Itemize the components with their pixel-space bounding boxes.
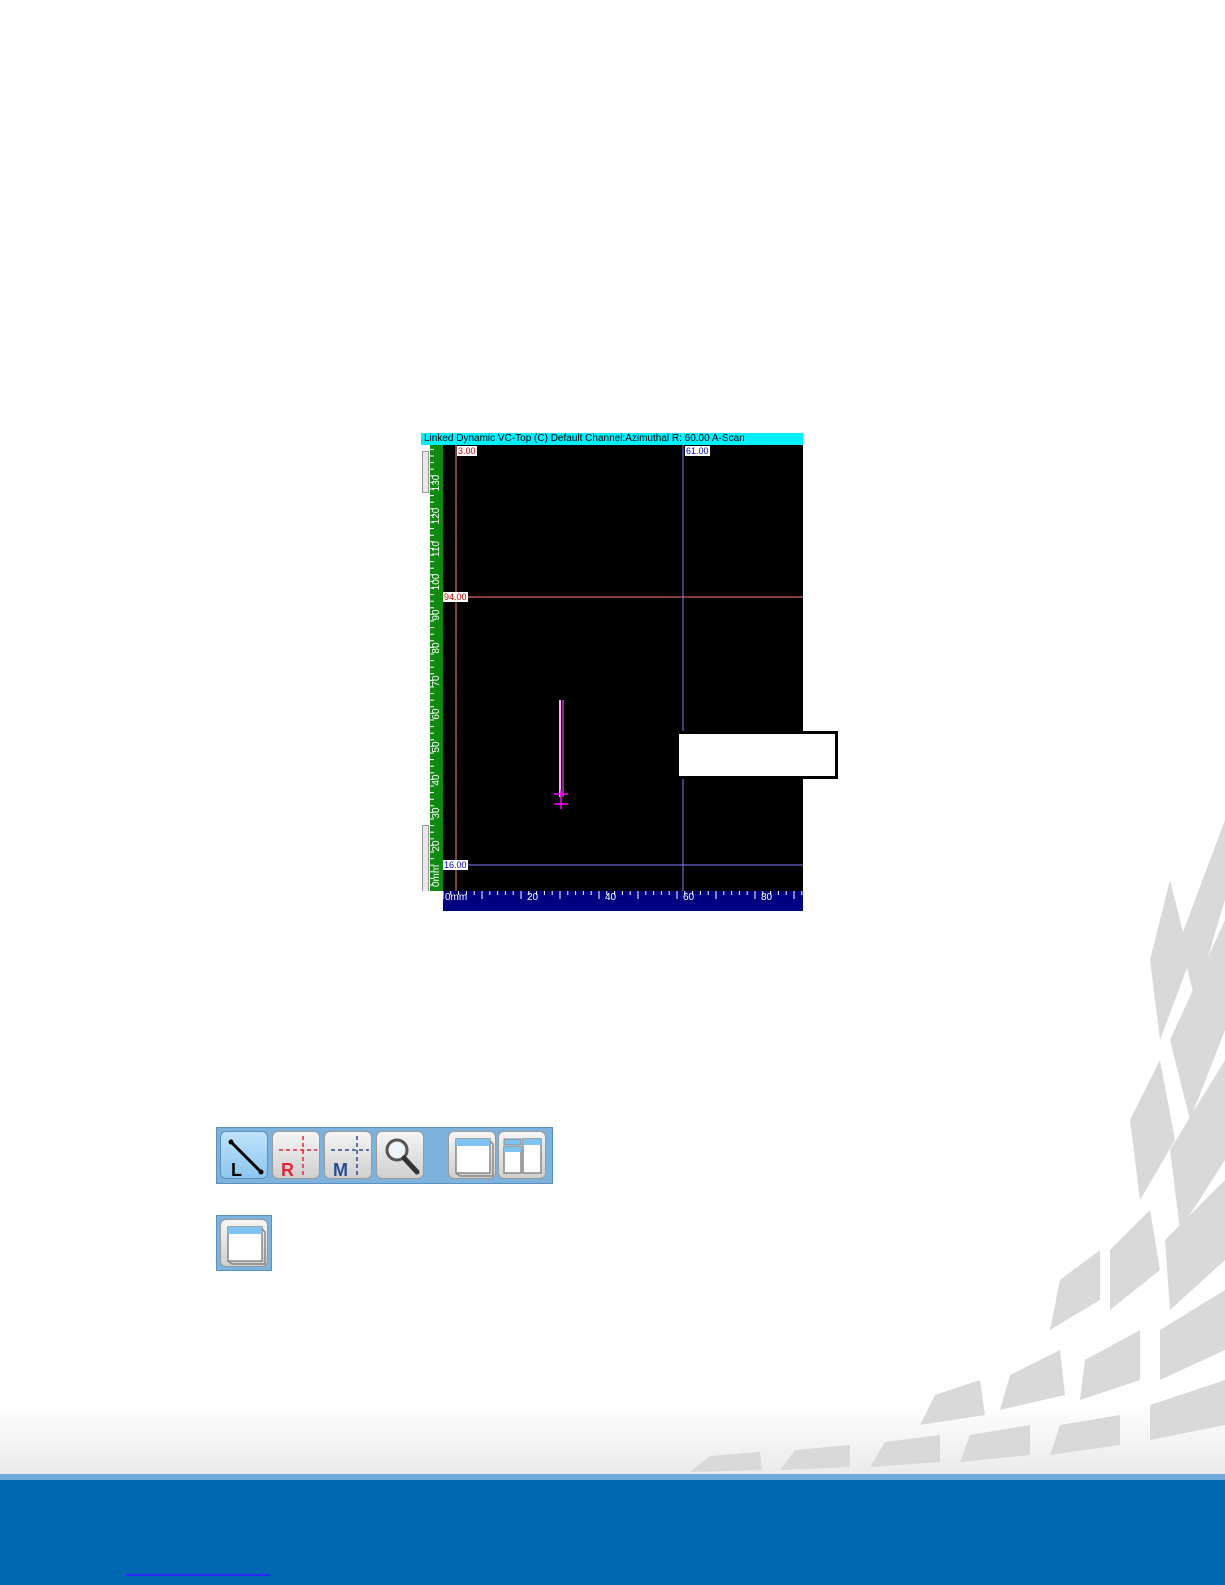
reference-y-label: 94.00 (443, 592, 468, 602)
scrollbar-thumb[interactable] (422, 451, 429, 493)
scan-plot-graphics (443, 445, 803, 891)
vertical-ruler-label: 30 (431, 807, 442, 819)
callout-box (676, 731, 838, 779)
vertical-scrollbar[interactable] (421, 445, 430, 893)
single-layout-toolbar (216, 1215, 272, 1271)
measure-y-label: 16.00 (443, 860, 468, 870)
ruler-corner (421, 891, 443, 911)
measure-cursor-button[interactable]: M (324, 1131, 372, 1180)
scrollbar-thumb-lower[interactable] (422, 825, 429, 893)
footer-link-underline[interactable] (126, 1574, 270, 1576)
vertical-ruler-label: 60 (431, 708, 442, 720)
scan-plot-area[interactable]: 3.00 61.00 94.00 16.00 (443, 445, 803, 891)
horizontal-ruler-label: 60 (683, 892, 695, 903)
single-layout-button[interactable] (448, 1131, 496, 1179)
line-measure-button[interactable]: L (220, 1131, 268, 1180)
horizontal-ruler-unit-label: 0mm (445, 892, 468, 903)
horizontal-ruler: 0mm 20 40 60 80 (443, 891, 803, 911)
single-layout-button[interactable] (220, 1219, 268, 1267)
vertical-ruler-label: 120 (431, 507, 442, 525)
vertical-ruler-label: 70 (431, 675, 442, 687)
svg-text:L: L (231, 1160, 242, 1180)
horizontal-ruler-ticks (443, 891, 803, 899)
vertical-ruler-label: 50 (431, 741, 442, 753)
c-scan-view[interactable]: Linked Dynamic VC-Top (C) Default Channe… (421, 433, 803, 911)
vertical-ruler-label: 100 (431, 573, 442, 591)
split-layout-button[interactable] (498, 1131, 546, 1179)
reference-cursor-icon: R (279, 1136, 317, 1180)
horizontal-ruler-label: 80 (761, 892, 773, 903)
measure-x-label: 61.00 (685, 446, 710, 456)
vertical-ruler-label: 90 (431, 609, 442, 621)
reference-x-label: 3.00 (457, 446, 477, 456)
scan-view-title-bar[interactable]: Linked Dynamic VC-Top (C) Default Channe… (421, 433, 803, 445)
page-footer-bar (0, 1474, 1225, 1585)
vertical-ruler-label: 130 (431, 474, 442, 492)
vertical-ruler-label: 110 (431, 541, 442, 557)
vertical-ruler-label: 40 (431, 774, 442, 786)
zoom-button[interactable] (376, 1131, 424, 1179)
vertical-ruler-label: 80 (431, 642, 442, 654)
horizontal-ruler-label: 40 (605, 892, 617, 903)
measure-cursor-icon: M (331, 1136, 369, 1180)
single-layout-icon (455, 1138, 494, 1177)
zoom-magnifier-icon (385, 1138, 420, 1175)
vertical-ruler-label: 20 (431, 840, 442, 852)
cursor-toolbar: L R M (216, 1127, 553, 1184)
split-layout-icon (503, 1138, 542, 1174)
callout-arrow (566, 754, 678, 771)
svg-text:R: R (281, 1160, 294, 1180)
vertical-ruler: 0mm 20 30 40 50 60 70 80 90 100 110 120 … (430, 445, 443, 891)
reference-cursor-button[interactable]: R (272, 1131, 320, 1180)
vertical-ruler-unit-label: 0mm (431, 864, 442, 887)
line-measure-icon: L (228, 1139, 264, 1180)
svg-text:M: M (333, 1160, 348, 1180)
single-layout-icon (227, 1226, 266, 1265)
horizontal-ruler-label: 20 (527, 892, 539, 903)
